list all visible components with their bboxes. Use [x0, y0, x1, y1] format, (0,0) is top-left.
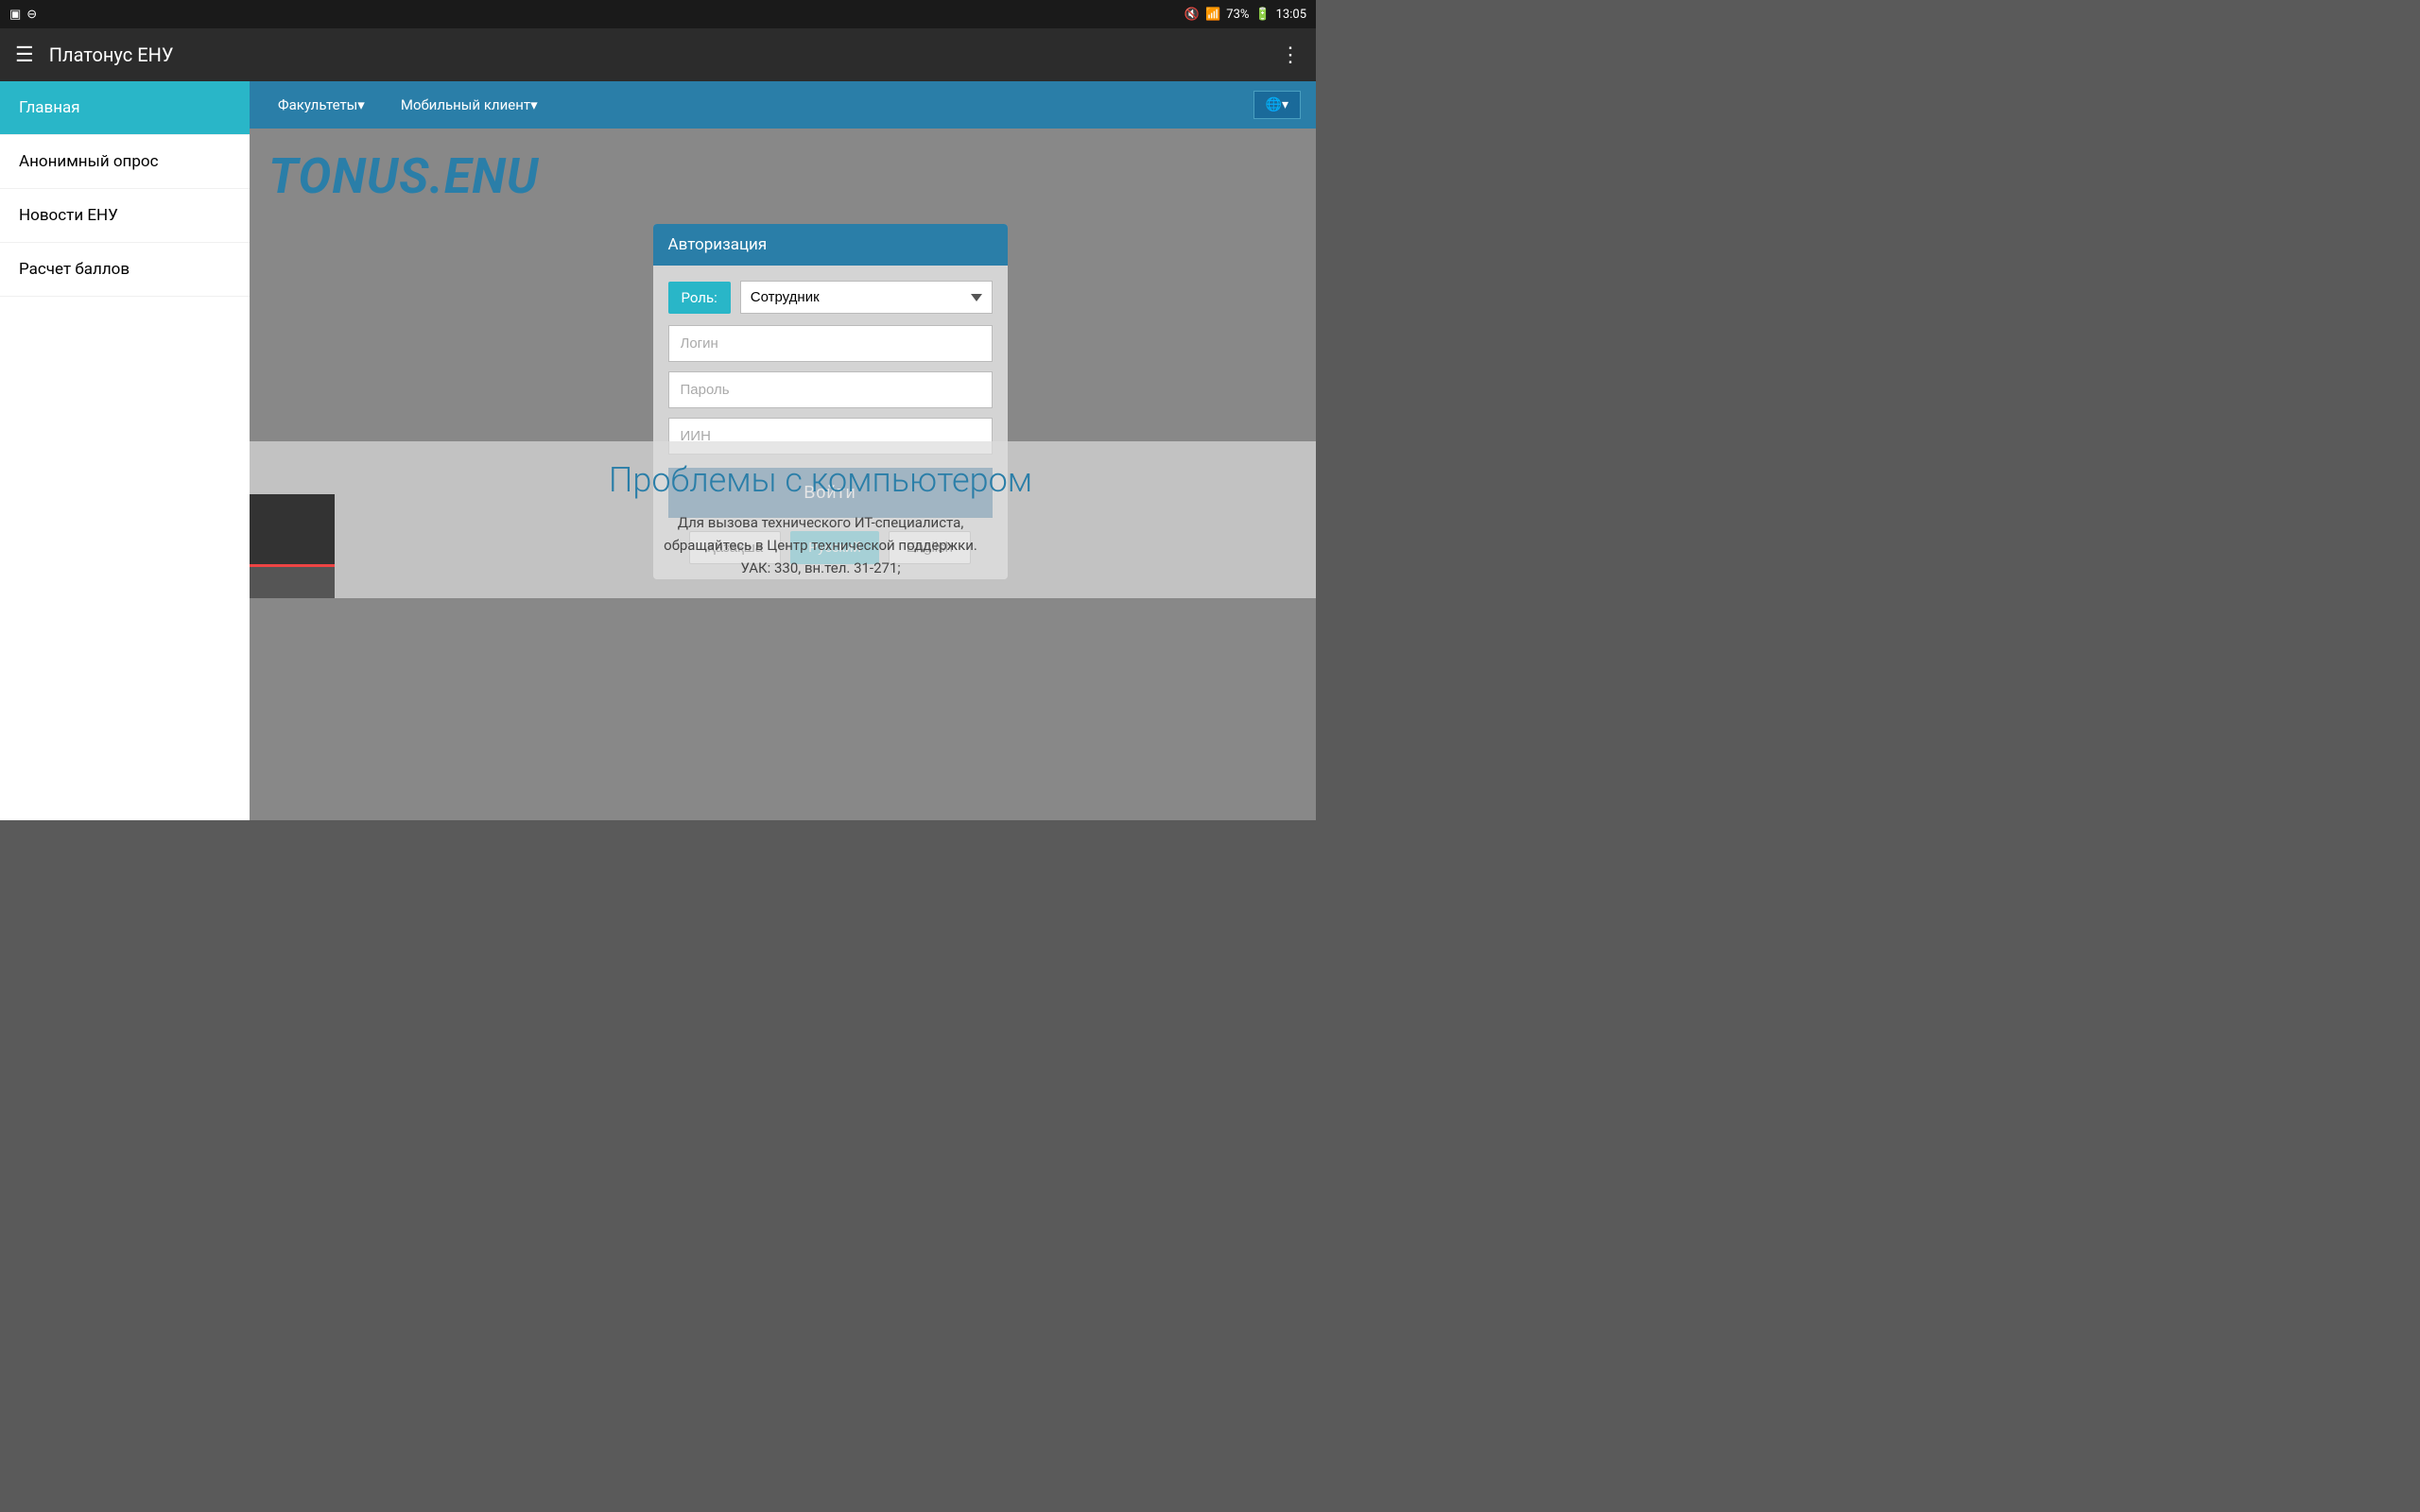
app-icon: ▣ [9, 8, 21, 22]
bottom-title: Проблемы с компьютером [344, 460, 1297, 500]
nav-mobile[interactable]: Мобильный клиент▾ [388, 89, 551, 121]
hamburger-menu-icon[interactable]: ☰ [15, 43, 34, 67]
site-title: TONUS.ENU [268, 147, 1297, 205]
sidebar-item-news[interactable]: Новости ЕНУ [0, 189, 250, 243]
nav-bar: Факультеты▾ Мобильный клиент▾ 🌐▾ [250, 81, 1316, 129]
content-area: Факультеты▾ Мобильный клиент▾ 🌐▾ TONUS.E… [250, 81, 1316, 820]
more-options-icon[interactable]: ⋮ [1280, 43, 1301, 67]
app-bar: ☰ Платонус ЕНУ ⋮ [0, 28, 1316, 81]
status-bar-right: 🔇 📶 73% 🔋 13:05 [1184, 8, 1306, 22]
login-input[interactable] [668, 325, 993, 362]
clock: 13:05 [1276, 8, 1306, 22]
role-row: Роль: Сотрудник Студент Гость [668, 281, 993, 314]
status-bar: ▣ ⊖ 🔇 📶 73% 🔋 13:05 [0, 0, 1316, 28]
sidebar-item-score[interactable]: Расчет баллов [0, 243, 250, 297]
app-title: Платонус ЕНУ [49, 43, 174, 66]
content-body: TONUS.ENU Авторизация Роль: Сотрудник Ст… [250, 129, 1316, 598]
signal-icon: 📶 [1205, 8, 1220, 22]
sidebar-item-survey[interactable]: Анонимный опрос [0, 135, 250, 189]
password-input[interactable] [668, 371, 993, 408]
sidebar-item-home[interactable]: Главная [0, 81, 250, 135]
language-globe-button[interactable]: 🌐▾ [1253, 91, 1301, 119]
bottom-text-2: обращайтесь в Центр технической поддержк… [344, 534, 1297, 557]
bottom-text-1: Для вызова технического ИТ-специалиста, [344, 511, 1297, 534]
sidebar: Главная Анонимный опрос Новости ЕНУ Расч… [0, 81, 250, 820]
role-select[interactable]: Сотрудник Студент Гость [740, 281, 993, 314]
laptop-thumbnail [250, 494, 335, 598]
bottom-text-3: УАК: 330, вн.тел. 31-271; [344, 557, 1297, 579]
battery-level: 73% [1226, 8, 1249, 22]
minimize-icon: ⊖ [26, 8, 37, 22]
status-bar-left: ▣ ⊖ [9, 8, 37, 22]
nav-faculties[interactable]: Факультеты▾ [265, 89, 378, 121]
app-bar-left: ☰ Платонус ЕНУ [15, 43, 173, 67]
role-label: Роль: [668, 282, 731, 314]
nav-right: 🌐▾ [1253, 91, 1301, 119]
form-header: Авторизация [653, 224, 1008, 266]
main-layout: Главная Анонимный опрос Новости ЕНУ Расч… [0, 81, 1316, 820]
mute-icon: 🔇 [1184, 8, 1200, 22]
battery-icon: 🔋 [1254, 8, 1270, 22]
bottom-section: Проблемы с компьютером Для вызова технич… [250, 441, 1316, 598]
